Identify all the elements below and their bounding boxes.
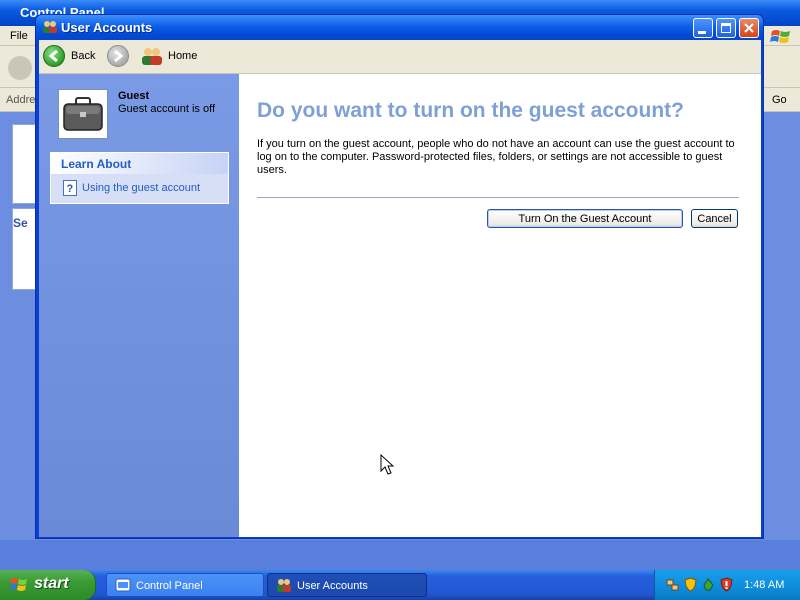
background-panel-label: Se [13,216,28,230]
windows-flag-icon [10,578,27,591]
minimize-button[interactable] [693,18,713,38]
forward-arrow-icon[interactable] [107,45,129,67]
content-divider [257,197,739,198]
home-button[interactable]: Home [140,44,210,68]
learn-about-title: Learn About [61,157,132,171]
learn-about-link[interactable]: Using the guest account [82,182,200,194]
user-name: Guest [118,90,150,102]
windows-logo-icon [770,30,790,43]
learn-about-item[interactable]: ? Using the guest account [51,177,228,201]
back-button[interactable]: Back [43,44,103,68]
back-arrow-icon [43,45,65,67]
background-go-button[interactable]: Go [766,92,796,109]
system-tray: 1:48 AM [654,570,800,600]
taskbar-item-label: User Accounts [297,580,368,592]
svg-text:?: ? [67,183,74,195]
main-content: Do you want to turn on the guest account… [239,74,761,537]
maximize-icon [721,23,731,33]
guest-avatar [58,89,108,139]
taskbar-item-control-panel[interactable]: Control Panel [106,573,264,597]
alert-shield-icon[interactable] [719,577,734,592]
start-button[interactable]: start [0,570,96,600]
window-titlebar[interactable]: User Accounts [36,15,763,40]
users-home-icon [142,48,162,65]
minimize-icon [698,31,706,34]
security-shield-icon[interactable] [683,577,698,592]
user-accounts-icon [277,579,291,592]
user-accounts-window: User Accounts Back Home Guest Guest acco… [35,14,764,539]
taskbar: start Control Panel User Accounts 1:48 A… [0,570,800,600]
learn-about-panel: Learn About ? Using the guest account [50,152,229,204]
turn-on-guest-account-button[interactable]: Turn On the Guest Account [487,209,683,228]
background-back-icon[interactable] [8,56,32,80]
cancel-button[interactable]: Cancel [691,209,738,228]
maximize-button[interactable] [716,18,736,38]
control-panel-icon [115,578,131,592]
help-icon: ? [63,180,77,196]
back-label: Back [71,50,96,62]
user-accounts-icon [43,21,57,33]
taskbar-clock[interactable]: 1:48 AM [744,579,784,591]
user-status: Guest account is off [118,103,216,115]
page-heading: Do you want to turn on the guest account… [257,99,684,122]
window-title: User Accounts [61,20,153,35]
close-button[interactable] [739,18,759,38]
taskbar-item-label: Control Panel [136,580,203,592]
page-description: If you turn on the guest account, people… [257,138,735,176]
background-menu-file[interactable]: File [10,30,28,42]
start-label: start [34,575,69,592]
learn-about-header: Learn About [51,153,228,174]
home-label: Home [168,50,198,62]
background-task-panel [12,124,36,204]
mouse-cursor-icon [380,454,395,475]
network-icon[interactable] [665,577,680,592]
close-icon [744,23,754,33]
window-toolbar: Back Home [39,40,761,74]
taskbar-item-user-accounts[interactable]: User Accounts [267,573,427,597]
briefcase-icon [59,90,107,138]
update-icon[interactable] [701,577,716,592]
sidebar: Guest Guest account is off Learn About ?… [39,74,239,537]
